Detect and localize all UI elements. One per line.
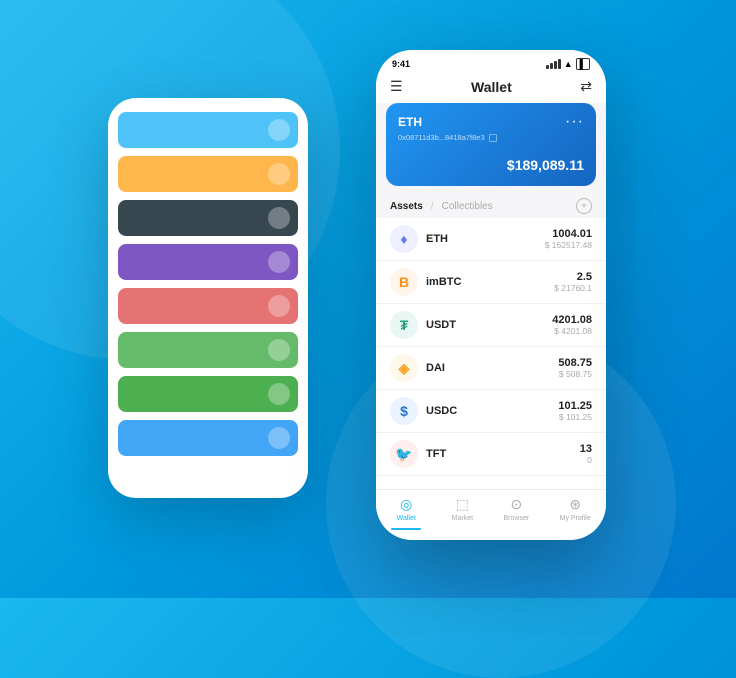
nav-active-indicator — [391, 528, 421, 530]
token-usd-amount: $ 101.25 — [558, 412, 592, 422]
token-item-usdc[interactable]: $ USDC101.25$ 101.25 — [376, 390, 606, 433]
token-amounts-usdc: 101.25$ 101.25 — [558, 400, 592, 422]
phone-back — [108, 98, 308, 498]
nav-item-market[interactable]: ⬚ Market — [452, 496, 473, 530]
bottom-nav: ◎ Wallet ⬚ Market ⊙ Browser ⊛ My Profile — [376, 489, 606, 540]
token-icon-eth: ♦ — [390, 225, 418, 253]
wallet-row-icon-6 — [268, 383, 290, 405]
token-name-eth: ETH — [426, 233, 545, 245]
nav-label-browser: Browser — [504, 515, 530, 522]
wallet-row-icon-5 — [268, 339, 290, 361]
status-time: 9:41 — [392, 59, 410, 69]
wallet-row-1[interactable] — [118, 156, 298, 192]
eth-balance-value: 189,089.11 — [515, 157, 584, 173]
status-bar: 9:41 ▲ ▌ — [376, 50, 606, 74]
token-item-usdt[interactable]: ₮ USDT4201.08$ 4201.08 — [376, 304, 606, 347]
token-item-tft[interactable]: 🐦 TFT130 — [376, 433, 606, 476]
wallet-row-7[interactable] — [118, 420, 298, 456]
wallet-row-0[interactable] — [118, 112, 298, 148]
signal-bars — [546, 59, 561, 69]
token-primary-amount: 1004.01 — [545, 228, 592, 240]
nav-label-my-profile: My Profile — [560, 515, 591, 522]
phone-front: 9:41 ▲ ▌ ☰ Wallet ⇄ ETH ··· 0x08711d3b..… — [376, 50, 606, 540]
eth-card-top: ETH ··· — [398, 113, 584, 131]
wallet-row-5[interactable] — [118, 332, 298, 368]
tab-assets[interactable]: Assets — [390, 201, 423, 212]
token-name-usdc: USDC — [426, 405, 558, 417]
nav-icon-market: ⬚ — [456, 496, 469, 513]
token-amounts-eth: 1004.01$ 162517.48 — [545, 228, 592, 250]
token-usd-amount: $ 4201.08 — [552, 326, 592, 336]
nav-item-wallet[interactable]: ◎ Wallet — [391, 496, 421, 530]
page-title: Wallet — [471, 79, 512, 95]
nav-icon-my-profile: ⊛ — [569, 496, 581, 513]
token-primary-amount: 4201.08 — [552, 314, 592, 326]
token-name-imbtc: imBTC — [426, 276, 554, 288]
token-amounts-imbtc: 2.5$ 21760.1 — [554, 271, 592, 293]
wallet-row-icon-1 — [268, 163, 290, 185]
wallet-row-icon-7 — [268, 427, 290, 449]
token-icon-usdc: $ — [390, 397, 418, 425]
eth-card-label: ETH — [398, 115, 422, 129]
token-usd-amount: 0 — [580, 455, 592, 465]
token-primary-amount: 13 — [580, 443, 592, 455]
token-icon-usdt: ₮ — [390, 311, 418, 339]
token-amounts-dai: 508.75$ 508.75 — [558, 357, 592, 379]
nav-label-market: Market — [452, 515, 473, 522]
token-item-imbtc[interactable]: BimBTC2.5$ 21760.1 — [376, 261, 606, 304]
token-primary-amount: 101.25 — [558, 400, 592, 412]
tab-divider: / — [431, 201, 434, 212]
eth-address: 0x08711d3b...8418a7f8e3 — [398, 133, 584, 142]
token-name-tft: TFT — [426, 448, 580, 460]
token-name-usdt: USDT — [426, 319, 552, 331]
token-item-eth[interactable]: ♦ ETH1004.01$ 162517.48 — [376, 218, 606, 261]
phone-header: ☰ Wallet ⇄ — [376, 74, 606, 103]
token-amounts-tft: 130 — [580, 443, 592, 465]
nav-item-browser[interactable]: ⊙ Browser — [504, 496, 530, 530]
token-usd-amount: $ 162517.48 — [545, 240, 592, 250]
wallet-row-icon-3 — [268, 251, 290, 273]
currency-symbol: $ — [507, 157, 515, 173]
status-icons: ▲ ▌ — [546, 58, 590, 70]
wallet-row-icon-0 — [268, 119, 290, 141]
token-icon-tft: 🐦 — [390, 440, 418, 468]
wallet-row-icon-4 — [268, 295, 290, 317]
token-list: ♦ ETH1004.01$ 162517.48 BimBTC2.5$ 21760.1… — [376, 218, 606, 489]
token-icon-imbtc: B — [390, 268, 418, 296]
token-primary-amount: 508.75 — [558, 357, 592, 369]
token-primary-amount: 2.5 — [554, 271, 592, 283]
menu-icon[interactable]: ☰ — [390, 78, 403, 95]
wallet-row-4[interactable] — [118, 288, 298, 324]
token-usd-amount: $ 508.75 — [558, 369, 592, 379]
nav-item-my-profile[interactable]: ⊛ My Profile — [560, 496, 591, 530]
eth-card: ETH ··· 0x08711d3b...8418a7f8e3 $189,089… — [386, 103, 596, 186]
eth-balance: $189,089.11 — [398, 150, 584, 176]
nav-icon-wallet: ◎ — [400, 496, 412, 513]
nav-icon-browser: ⊙ — [510, 496, 522, 513]
nav-label-wallet: Wallet — [397, 515, 416, 522]
wallet-row-icon-2 — [268, 207, 290, 229]
token-icon-dai: ◈ — [390, 354, 418, 382]
token-name-dai: DAI — [426, 362, 558, 374]
wallet-row-2[interactable] — [118, 200, 298, 236]
scan-icon[interactable]: ⇄ — [580, 78, 592, 95]
eth-more-button[interactable]: ··· — [565, 113, 584, 131]
battery-icon: ▌ — [576, 58, 590, 70]
token-amounts-usdt: 4201.08$ 4201.08 — [552, 314, 592, 336]
assets-tabs: Assets / Collectibles — [390, 201, 493, 212]
wallet-row-6[interactable] — [118, 376, 298, 412]
assets-header: Assets / Collectibles + — [376, 192, 606, 218]
tab-collectibles[interactable]: Collectibles — [442, 201, 493, 212]
add-token-button[interactable]: + — [576, 198, 592, 214]
wifi-icon: ▲ — [564, 59, 573, 69]
token-usd-amount: $ 21760.1 — [554, 283, 592, 293]
token-item-dai[interactable]: ◈ DAI508.75$ 508.75 — [376, 347, 606, 390]
wallet-row-3[interactable] — [118, 244, 298, 280]
copy-icon[interactable] — [489, 134, 497, 142]
